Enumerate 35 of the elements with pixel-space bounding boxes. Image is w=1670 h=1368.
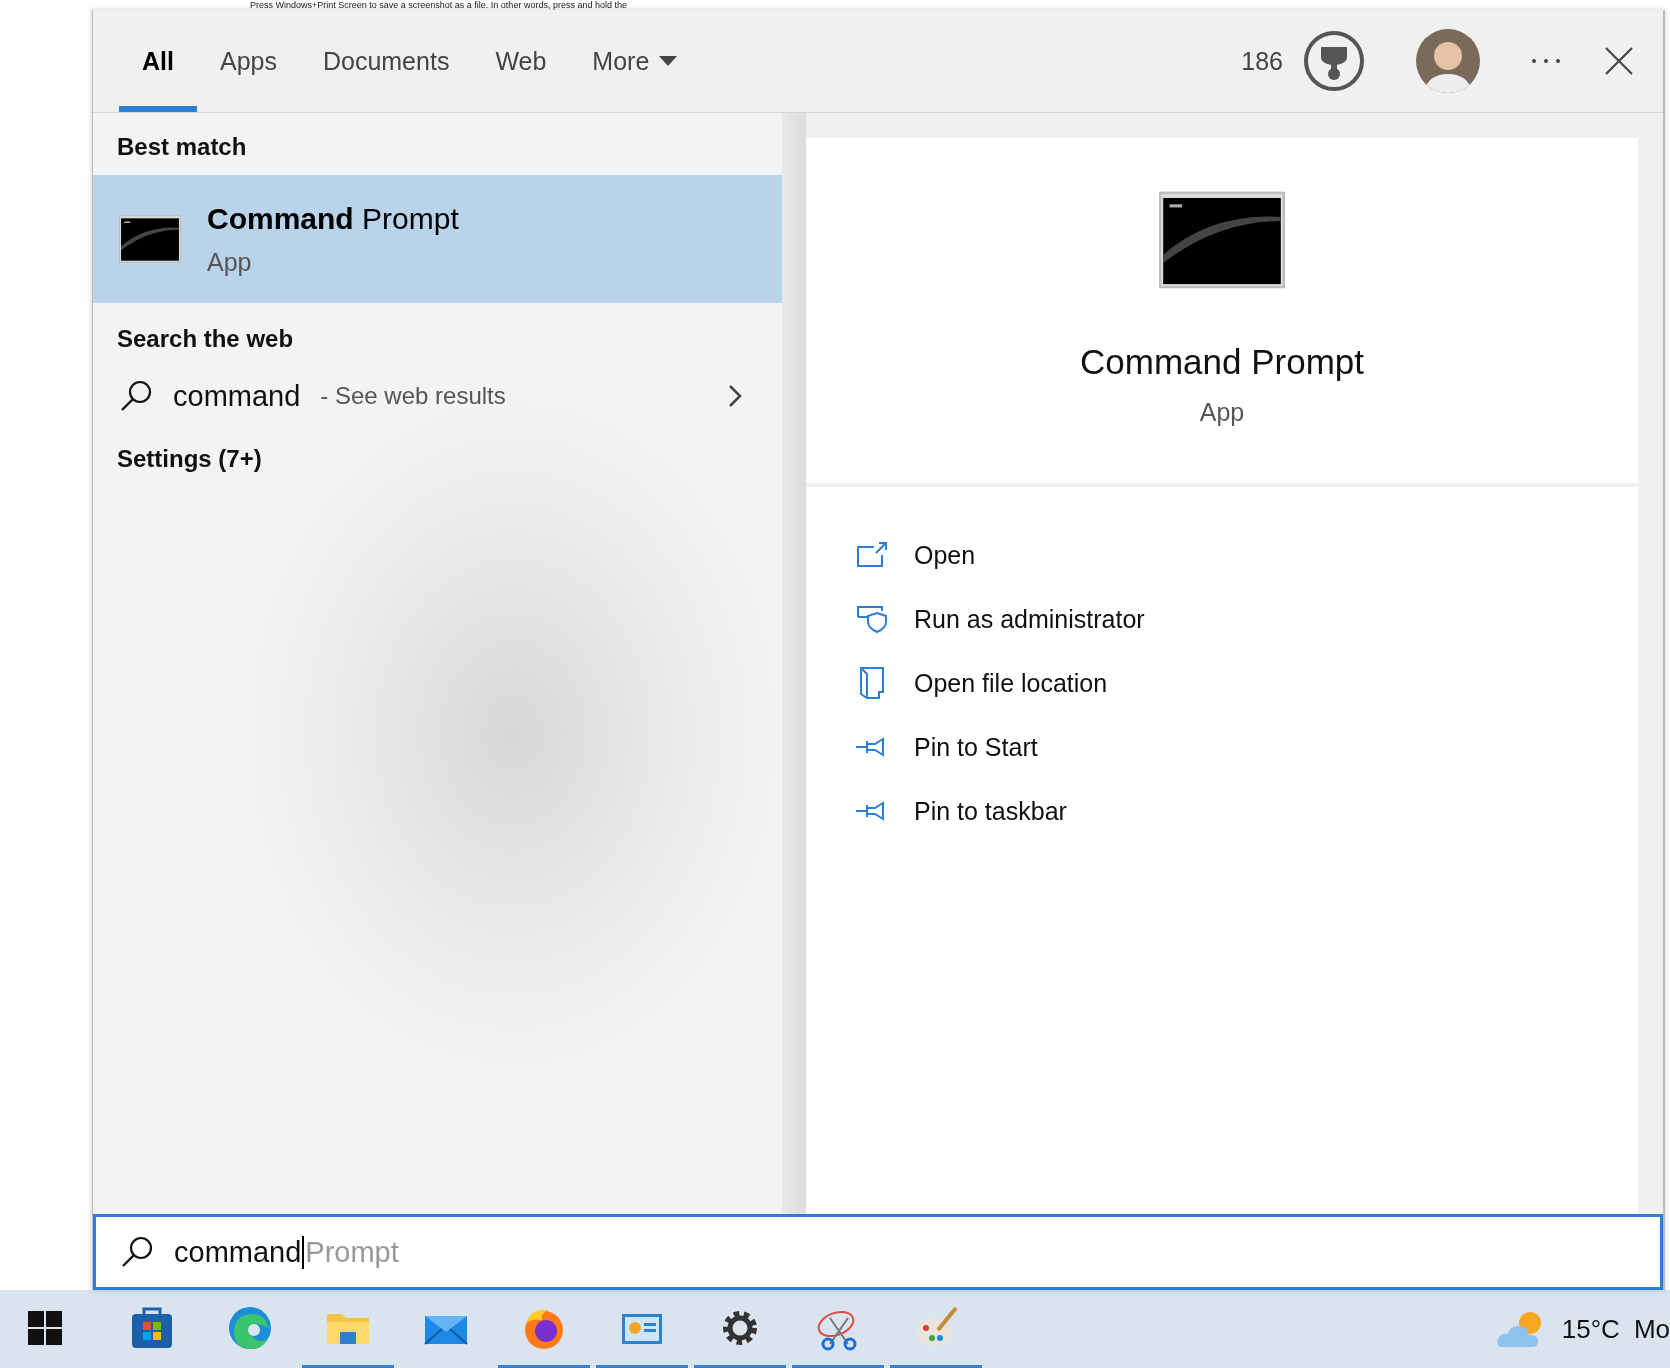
search-icon <box>119 379 153 413</box>
action-item[interactable]: Pin to Start <box>854 715 1638 779</box>
shield-icon <box>856 605 888 633</box>
query-text: command <box>173 379 301 413</box>
action-item[interactable]: Run as administrator <box>854 587 1638 651</box>
open-external-icon <box>856 542 888 568</box>
points-count: 186 <box>1241 46 1283 76</box>
action-item[interactable]: Open <box>854 523 1638 587</box>
action-item[interactable]: Open file location <box>854 651 1638 715</box>
caret-icon <box>659 56 678 66</box>
console-icon <box>119 215 181 263</box>
trophy-icon[interactable] <box>1303 30 1365 92</box>
search-field[interactable]: command Prompt <box>93 1214 1663 1290</box>
windows-logo-icon <box>28 1310 62 1345</box>
more-options-icon[interactable] <box>1531 58 1561 64</box>
app-title: Command Prompt <box>1080 342 1364 382</box>
search-icon <box>120 1235 154 1269</box>
tab[interactable]: Web <box>472 10 570 112</box>
app-type: App <box>1199 398 1245 427</box>
folder-icon <box>859 666 885 700</box>
hint-text: - See web results <box>320 382 507 410</box>
tab[interactable]: Documents <box>299 10 473 112</box>
section-heading: Search the web <box>116 324 295 354</box>
chevron-right-icon <box>728 384 742 408</box>
tab[interactable]: More <box>569 10 701 112</box>
temperature: 15°C <box>1561 1313 1620 1345</box>
close-icon[interactable] <box>1605 47 1633 75</box>
action-item[interactable]: Pin to taskbar <box>854 779 1638 843</box>
section-heading: Best match <box>116 132 248 162</box>
tab[interactable]: Apps <box>196 10 300 112</box>
section-heading[interactable]: Settings (7+) <box>93 435 782 483</box>
result-item[interactable]: Command Prompt App <box>93 175 782 303</box>
page-text: Press Windows+Print Screen to save a screenshot as a file. In other words, press and hold the <box>250 0 627 10</box>
web-result-item[interactable]: command - See web results <box>93 357 782 435</box>
clock-text: Mo <box>1633 1313 1670 1345</box>
